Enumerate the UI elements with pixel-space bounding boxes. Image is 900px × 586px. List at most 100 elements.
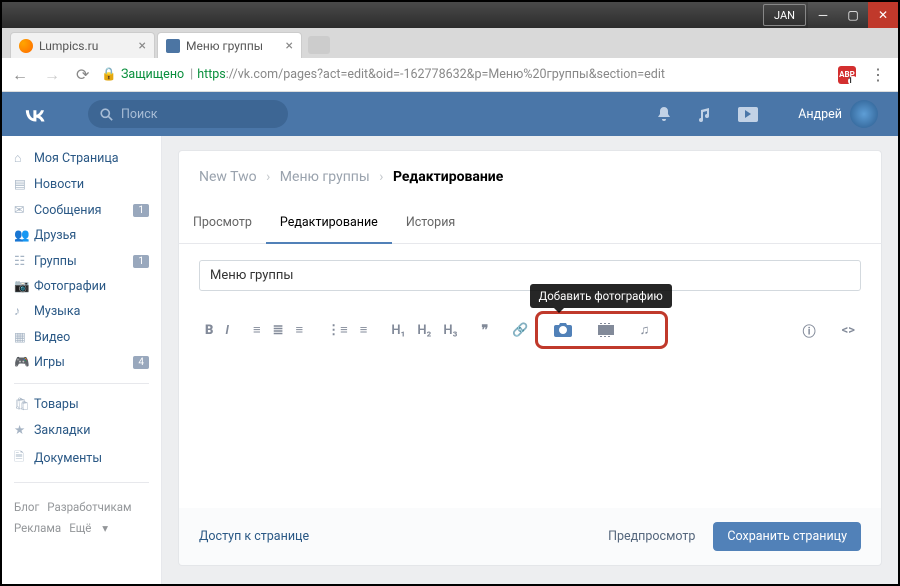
games-icon: 🎮 <box>14 355 34 370</box>
h2-button[interactable]: H₂ <box>411 319 437 342</box>
align-center-button[interactable]: ≣ <box>267 319 290 342</box>
breadcrumb-lvl3: Редактирование <box>393 169 503 185</box>
editor-footer: Доступ к странице Предпросмотр Сохранить… <box>178 508 882 566</box>
sidebar-item-groups[interactable]: ☷Группы1 <box>2 248 161 274</box>
chevron-right-icon: › <box>379 169 383 185</box>
preview-button[interactable]: Предпросмотр <box>608 529 695 544</box>
source-button[interactable]: <> <box>836 317 861 344</box>
music-player-icon[interactable] <box>698 106 712 122</box>
media-buttons-group: Добавить фотографию ♫ <box>535 311 669 349</box>
add-photo-button[interactable] <box>548 319 578 341</box>
tab-close-icon[interactable]: × <box>286 38 293 54</box>
editor-panel: B I ≡ ≣ ≡ ⋮≡ ≡ H₁ H₂ H₃ ❞ 🔗 Добавить фот… <box>178 244 882 512</box>
quote-button[interactable]: ❞ <box>475 319 494 342</box>
reload-button[interactable]: ⟳ <box>72 65 93 84</box>
docs-icon: 🗎 <box>14 448 34 469</box>
help-button[interactable]: ⓘ <box>797 317 822 344</box>
save-button[interactable]: Сохранить страницу <box>713 522 861 551</box>
sidebar-item-photos[interactable]: 📷Фотографии <box>2 274 161 299</box>
footer-link-ads[interactable]: Реклама <box>14 521 61 535</box>
h3-button[interactable]: H₃ <box>437 319 463 342</box>
user-menu[interactable]: Андрей <box>798 100 878 128</box>
messages-icon: ✉ <box>14 202 34 218</box>
camera-icon: 📷 <box>14 279 34 294</box>
sidebar-item-music[interactable]: ♪Музыка <box>2 299 161 324</box>
window-titlebar: JAN ─ ▢ ✕ <box>2 2 898 28</box>
sidebar-item-news[interactable]: ▤Новости <box>2 171 161 197</box>
secure-label: Защищено <box>121 67 184 82</box>
browser-tab[interactable]: Меню группы × <box>157 32 302 58</box>
home-icon: ⌂ <box>14 151 34 166</box>
groups-icon: ☷ <box>14 253 34 269</box>
footer-link-more[interactable]: Ещё ▾ <box>69 521 108 535</box>
sidebar-item-my-page[interactable]: ⌂Моя Страница <box>2 146 161 171</box>
extension-abp-icon[interactable]: ABP <box>838 66 856 84</box>
video-player-icon[interactable] <box>738 107 758 122</box>
sidebar-item-documents[interactable]: 🗎Документы <box>2 443 161 474</box>
browser-toolbar: ← → ⟳ 🔒 Защищено | https://vk.com/pages?… <box>2 58 898 92</box>
favicon-icon <box>19 39 33 53</box>
market-icon: 🛍 <box>14 397 34 412</box>
tab-title: Меню группы <box>186 39 263 53</box>
sidebar-item-messages[interactable]: ✉Сообщения1 <box>2 197 161 223</box>
breadcrumb-lvl2[interactable]: Меню группы <box>280 169 370 185</box>
notifications-icon[interactable] <box>656 106 672 122</box>
separator <box>14 383 149 384</box>
editor-content-area[interactable] <box>199 355 861 495</box>
tab-edit[interactable]: Редактирование <box>266 203 392 244</box>
address-bar[interactable]: 🔒 Защищено | https://vk.com/pages?act=ed… <box>101 67 830 82</box>
sidebar-item-video[interactable]: ▦Видео <box>2 324 161 350</box>
list-bullet-button[interactable]: ⋮≡ <box>321 318 354 342</box>
align-right-button[interactable]: ≡ <box>290 318 310 342</box>
footer-link-blog[interactable]: Блог <box>14 500 39 514</box>
username: Андрей <box>798 107 842 122</box>
star-icon: ★ <box>14 422 34 438</box>
tab-view[interactable]: Просмотр <box>179 203 266 243</box>
forward-button[interactable]: → <box>40 65 64 85</box>
align-left-button[interactable]: ≡ <box>247 318 267 342</box>
window-user-badge: JAN <box>763 4 806 26</box>
lock-icon: 🔒 <box>101 67 117 82</box>
favicon-icon <box>166 39 180 53</box>
breadcrumb: New Two › Меню группы › Редактирование <box>178 150 882 203</box>
url-host: ://vk.com <box>226 67 278 82</box>
link-button[interactable]: 🔗 <box>506 319 534 342</box>
sidebar-item-bookmarks[interactable]: ★Закладки <box>2 417 161 443</box>
vk-header: Поиск Андрей <box>2 92 898 136</box>
search-icon <box>100 108 113 121</box>
url-path: /pages?act=edit&oid=-162778632&p=Меню%20… <box>278 67 665 82</box>
window-minimize-button[interactable]: ─ <box>808 2 838 28</box>
tab-title: Lumpics.ru <box>39 39 98 53</box>
back-button[interactable]: ← <box>8 65 32 85</box>
main-content: New Two › Меню группы › Редактирование П… <box>162 136 898 584</box>
sidebar: ⌂Моя Страница ▤Новости ✉Сообщения1 👥Друз… <box>2 136 162 584</box>
browser-tabstrip: Lumpics.ru × Меню группы × <box>2 28 898 58</box>
add-audio-button[interactable]: ♫ <box>634 318 656 342</box>
list-number-button[interactable]: ≡ <box>354 318 374 342</box>
tooltip: Добавить фотографию <box>530 284 672 308</box>
bold-button[interactable]: B <box>199 319 219 342</box>
window-maximize-button[interactable]: ▢ <box>838 2 868 28</box>
sidebar-item-friends[interactable]: 👥Друзья <box>2 223 161 248</box>
new-tab-button[interactable] <box>308 36 330 54</box>
h1-button[interactable]: H₁ <box>385 319 411 342</box>
tab-close-icon[interactable]: × <box>139 38 146 54</box>
news-icon: ▤ <box>14 176 34 192</box>
url-protocol: https <box>197 67 226 82</box>
search-input[interactable]: Поиск <box>88 100 288 128</box>
browser-menu-button[interactable]: ⋮ <box>864 65 892 84</box>
tab-history[interactable]: История <box>392 203 469 243</box>
sidebar-footer: Блог Разработчикам Реклама Ещё ▾ <box>2 491 161 544</box>
italic-button[interactable]: I <box>219 319 235 342</box>
footer-link-dev[interactable]: Разработчикам <box>47 500 131 514</box>
window-close-button[interactable]: ✕ <box>868 2 898 28</box>
sidebar-item-games[interactable]: 🎮Игры4 <box>2 350 161 375</box>
video-icon: ▦ <box>14 329 34 345</box>
vk-logo[interactable] <box>22 107 48 122</box>
sidebar-item-market[interactable]: 🛍Товары <box>2 392 161 417</box>
breadcrumb-lvl1[interactable]: New Two <box>199 169 257 185</box>
page-access-link[interactable]: Доступ к странице <box>199 529 309 544</box>
browser-tab[interactable]: Lumpics.ru × <box>10 32 155 58</box>
music-icon: ♪ <box>14 304 34 319</box>
add-video-button[interactable] <box>592 319 620 341</box>
